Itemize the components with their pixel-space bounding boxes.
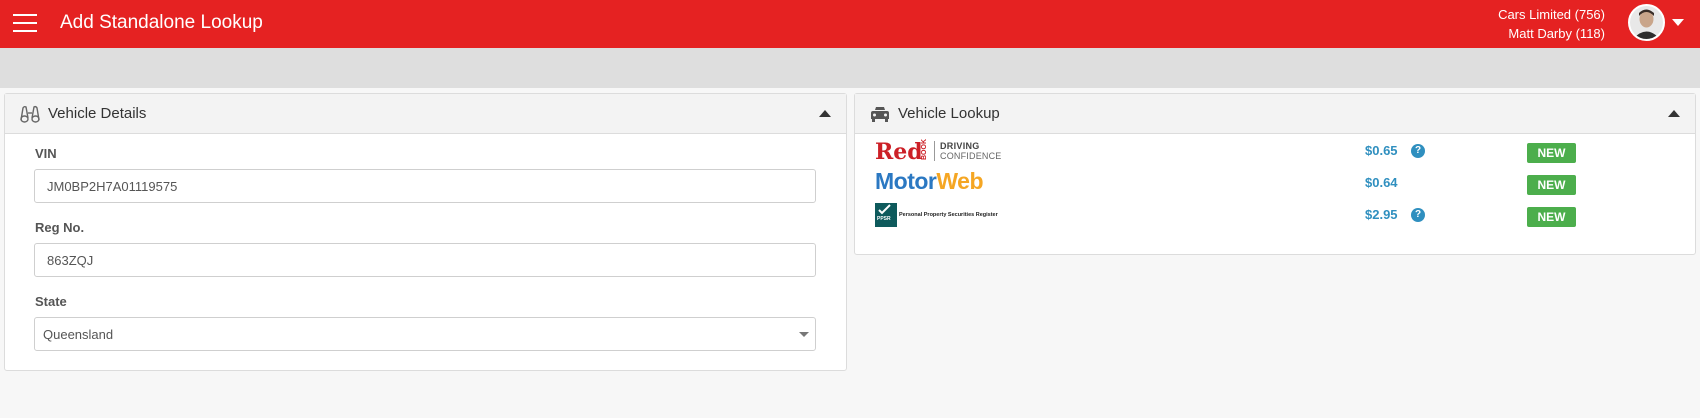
help-icon[interactable]: ? <box>1411 144 1425 158</box>
price: $0.64 <box>1365 175 1398 190</box>
sub-toolbar <box>0 48 1700 88</box>
vehicle-details-header[interactable]: Vehicle Details <box>5 94 846 134</box>
menu-icon[interactable] <box>13 13 37 33</box>
collapse-caret-icon[interactable] <box>1668 110 1680 117</box>
state-label: State <box>35 294 67 309</box>
lookup-row-motorweb[interactable]: MotorWeb $0.64 NEW <box>855 168 1695 201</box>
motorweb-logo: MotorWeb <box>875 168 984 194</box>
account-dropdown-caret-icon[interactable] <box>1672 19 1684 26</box>
vehicle-lookup-header[interactable]: Vehicle Lookup <box>855 94 1695 134</box>
state-selected-value: Queensland <box>43 327 114 342</box>
reg-field[interactable]: 863ZQJ <box>34 243 816 277</box>
checkmark-icon <box>878 204 891 215</box>
new-badge[interactable]: NEW <box>1527 207 1576 227</box>
new-badge[interactable]: NEW <box>1527 175 1576 195</box>
vehicle-lookup-panel: Vehicle Lookup Red BOOK DRIVING CONFIDEN… <box>854 93 1696 255</box>
car-icon <box>871 107 889 122</box>
account-info: Cars Limited (756) Matt Darby (118) <box>1498 5 1605 43</box>
company-name: Cars Limited (756) <box>1498 7 1605 22</box>
collapse-caret-icon[interactable] <box>819 110 831 117</box>
vin-label: VIN <box>35 146 57 161</box>
lookup-row-redbook[interactable]: Red BOOK DRIVING CONFIDENCE $0.65 ? NEW <box>855 139 1695 169</box>
redbook-logo: Red BOOK DRIVING CONFIDENCE <box>875 139 1002 165</box>
lookup-row-ppsr[interactable]: PPSR Personal Property Securities Regist… <box>855 203 1695 233</box>
help-icon[interactable]: ? <box>1411 208 1425 222</box>
ppsr-logo: PPSR Personal Property Securities Regist… <box>875 203 1000 231</box>
vin-field[interactable]: JM0BP2H7A01119575 <box>34 169 816 203</box>
chevron-down-icon <box>799 332 809 337</box>
binoculars-icon <box>20 105 40 123</box>
price: $0.65 <box>1365 143 1398 158</box>
vehicle-details-title: Vehicle Details <box>48 105 147 122</box>
price: $2.95 <box>1365 207 1398 222</box>
page-title: Add Standalone Lookup <box>60 12 263 33</box>
user-name: Matt Darby (118) <box>1508 26 1605 41</box>
avatar[interactable] <box>1628 4 1665 41</box>
reg-label: Reg No. <box>35 220 85 235</box>
vehicle-details-panel: Vehicle Details VIN JM0BP2H7A01119575 Re… <box>4 93 847 371</box>
new-badge[interactable]: NEW <box>1527 143 1576 163</box>
top-bar: Add Standalone Lookup Cars Limited (756)… <box>0 0 1700 48</box>
vehicle-lookup-title: Vehicle Lookup <box>898 105 1000 122</box>
state-select[interactable]: Queensland <box>34 317 816 351</box>
